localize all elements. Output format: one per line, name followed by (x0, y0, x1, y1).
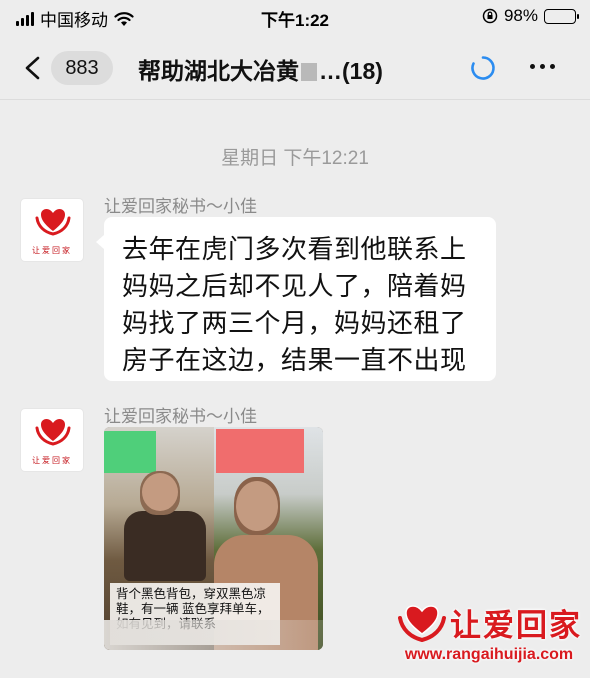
chevron-left-icon[interactable] (22, 56, 44, 80)
chat-title-prefix: 帮助湖北大冶黄 (138, 58, 299, 84)
chat-title: 帮助湖北大冶黄 …(18) (138, 52, 383, 86)
unread-count-badge[interactable]: 883 (51, 51, 113, 85)
message-timestamp: 星期日 下午12:21 (221, 148, 369, 169)
message-text: 去年在虎门多次看到他联系上妈妈之后却不见人了，陪着妈妈找了两三个月，妈妈还租了房… (122, 234, 467, 375)
sender-name: 让爱回家秘书～小佳 (104, 407, 257, 426)
face-blur (236, 481, 278, 531)
status-right: 98% (482, 6, 579, 26)
avatar[interactable]: 让爱回家 (20, 408, 84, 472)
rotation-lock-icon (482, 8, 498, 24)
watermark: 让爱回家 www.rangaihuijia.com (394, 598, 584, 674)
battery-percent: 98% (503, 6, 538, 25)
avatar-brand-text: 让爱回家 (32, 246, 72, 255)
heart-hands-logo-icon (35, 419, 71, 446)
avatar-brand-text: 让爱回家 (32, 456, 72, 465)
red-redaction (216, 429, 304, 473)
status-bar: 中国移动 下午1:22 98% (0, 0, 590, 36)
battery-icon (544, 8, 579, 24)
green-redaction (104, 431, 156, 473)
watermark-title: 让爱回家 (450, 608, 582, 644)
avatar[interactable]: 让爱回家 (20, 198, 84, 262)
loading-icon (471, 56, 495, 80)
face-blur (142, 473, 178, 511)
person-figure (124, 511, 206, 581)
watermark-url: www.rangaihuijia.com (404, 646, 574, 663)
sender-name: 让爱回家秘书～小佳 (104, 197, 257, 216)
bottom-redaction (104, 620, 323, 650)
heart-hands-logo-icon (398, 605, 446, 643)
text-message-bubble[interactable]: 去年在虎门多次看到他联系上妈妈之后却不见人了，陪着妈妈找了两三个月，妈妈还租了房… (96, 217, 496, 381)
nav-bar: 883 帮助湖北大冶黄 …(18) (0, 36, 590, 100)
title-redaction (301, 63, 317, 81)
heart-hands-logo-icon (35, 209, 71, 236)
more-dots-icon[interactable] (530, 64, 555, 69)
chat-title-suffix: …(18) (319, 58, 383, 84)
image-message[interactable]: 背个黑色背包，穿双黑色凉鞋，有一辆 蓝色享拜单车，如有见到，请联系 (104, 427, 323, 650)
